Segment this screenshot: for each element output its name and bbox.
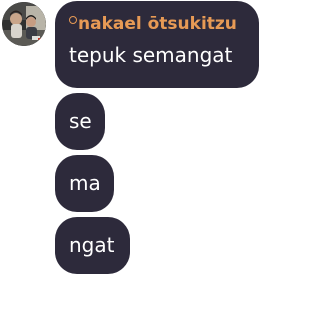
message-bubble[interactable]: ma [55,155,114,212]
avatar-photo-icon [2,2,46,46]
message-bubble[interactable]: nakael ōtsukitzu tepuk semangat [55,1,259,88]
sender-name[interactable]: nakael ōtsukitzu [69,13,245,35]
message-text: tepuk semangat [69,43,233,67]
message-text: se [69,109,92,133]
name-badge-icon [69,16,77,24]
sender-name-text: nakael ōtsukitzu [78,14,237,34]
message-bubble[interactable]: ngat [55,217,130,274]
avatar[interactable] [2,2,46,46]
chat-thread: nakael ōtsukitzu tepuk semangat se ma ng… [0,0,262,320]
message-text: ma [69,171,101,195]
message-text: ngat [69,233,115,257]
message-bubble[interactable]: se [55,93,105,150]
